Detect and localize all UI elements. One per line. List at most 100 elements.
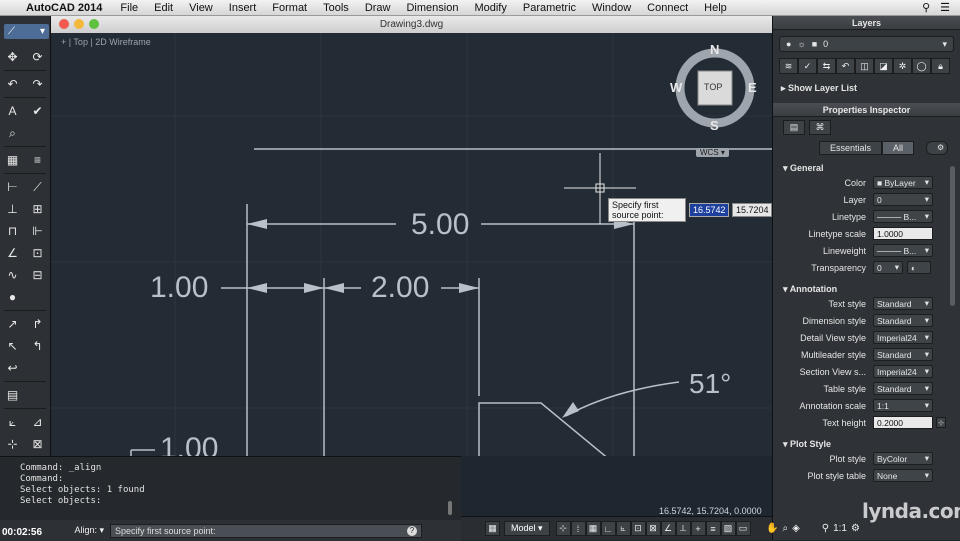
id-point-icon[interactable]: ⊹ — [4, 435, 22, 453]
tab-quick-select[interactable]: ⌘ — [809, 120, 831, 135]
menu-dimension[interactable]: Dimension — [398, 2, 466, 14]
grid-table-icon[interactable]: ▤ — [4, 386, 22, 404]
list-properties-icon[interactable]: ⊠ — [29, 435, 47, 453]
polar-tracking-icon[interactable]: ⦜ — [615, 521, 631, 536]
zoom-button[interactable] — [89, 19, 99, 29]
menu-edit[interactable]: Edit — [146, 2, 181, 14]
viewcube-north[interactable]: N — [710, 42, 719, 57]
model-tab[interactable]: Model ▾ — [504, 521, 550, 536]
layer-off-icon[interactable]: ◯ — [912, 58, 931, 74]
layer-unisolate-icon[interactable]: ◪ — [874, 58, 893, 74]
aligned-dimension-icon[interactable]: ⟋ — [29, 178, 47, 196]
filter-all[interactable]: All — [882, 141, 915, 155]
undo-icon[interactable]: ↶ — [4, 75, 22, 93]
snap-mode-icon[interactable]: ⁞ — [570, 521, 586, 536]
viewcube-east[interactable]: E — [748, 80, 757, 95]
dynamic-ucs-icon[interactable]: ⟂ — [675, 521, 691, 536]
redo-icon[interactable]: ↷ — [29, 75, 47, 93]
ucs-menu[interactable]: WCS ▾ — [696, 148, 729, 157]
command-input[interactable]: Specify first source point:? — [110, 523, 422, 538]
annotation-scale[interactable]: 1:1 — [833, 523, 847, 534]
leader-add-icon[interactable]: ↖ — [4, 337, 22, 355]
tab-object-properties[interactable]: ▤ — [783, 120, 805, 135]
move-icon[interactable]: ✥ — [4, 48, 22, 66]
radius-dimension-icon[interactable]: ⊓ — [4, 222, 22, 240]
linetype-select[interactable]: ──── B... ▾ — [873, 210, 933, 223]
lineweight-select[interactable]: ──── B... ▾ — [873, 244, 933, 257]
measure-icon[interactable]: ⟀ — [4, 413, 22, 431]
linear-dimension-icon[interactable]: ⊢ — [4, 178, 22, 196]
list-icon[interactable]: ☰ — [940, 1, 950, 14]
menu-help[interactable]: Help — [696, 2, 735, 14]
center-mark-icon[interactable]: ● — [4, 288, 22, 306]
spotlight-icon[interactable]: ⚲ — [922, 1, 930, 14]
grid-display-icon[interactable]: ▦ — [585, 521, 601, 536]
section-general[interactable]: ▾ General — [773, 163, 960, 174]
layout-grid-icon[interactable]: ▦ — [485, 521, 500, 536]
continue-dimension-icon[interactable]: ⊞ — [29, 200, 47, 218]
menu-format[interactable]: Format — [264, 2, 315, 14]
menu-view[interactable]: View — [181, 2, 221, 14]
linetype-scale-input[interactable]: 1.0000 — [873, 227, 933, 240]
layer-select[interactable]: 0 ▾ — [873, 193, 933, 206]
menu-draw[interactable]: Draw — [357, 2, 399, 14]
object-snap-icon[interactable]: ⊡ — [630, 521, 646, 536]
transparency-input[interactable]: 0 ▾ — [873, 261, 903, 274]
layer-properties-icon[interactable]: ≋ — [779, 58, 798, 74]
leader-align-icon[interactable]: ↩ — [4, 359, 22, 377]
ordinate-dimension-icon[interactable]: ∿ — [4, 266, 22, 284]
menu-insert[interactable]: Insert — [221, 2, 265, 14]
layer-isolate-icon[interactable]: ◫ — [855, 58, 874, 74]
app-menu[interactable]: AutoCAD 2014 — [24, 2, 112, 14]
area-icon[interactable]: ⊿ — [29, 413, 47, 431]
ortho-mode-icon[interactable]: ∟ — [600, 521, 616, 536]
menu-modify[interactable]: Modify — [466, 2, 514, 14]
tool-set-selector[interactable]: ⟋ ▾ — [4, 23, 49, 39]
show-layer-list[interactable]: ▸ Show Layer List — [781, 83, 952, 94]
infer-constraints-icon[interactable]: ⊹ — [555, 521, 571, 536]
workspace-icon[interactable]: ⚙ — [851, 523, 860, 534]
menu-parametric[interactable]: Parametric — [515, 2, 584, 14]
quick-properties-icon[interactable]: ▭ — [735, 521, 751, 536]
dimension-style-select[interactable]: Standard ▾ — [873, 314, 933, 327]
field-icon[interactable]: ≡ — [29, 151, 47, 169]
pick-point-icon[interactable]: ⊹ — [936, 417, 946, 428]
viewcube-west[interactable]: W — [670, 80, 682, 95]
layer-previous-icon[interactable]: ↶ — [836, 58, 855, 74]
section-plot-style[interactable]: ▾ Plot Style — [773, 439, 960, 450]
multileader-icon[interactable]: ↱ — [29, 315, 47, 333]
menu-window[interactable]: Window — [584, 2, 639, 14]
drawing-window[interactable]: Drawing3.dwg + | Top | 2D Wireframe N S … — [51, 16, 772, 456]
layer-make-current-icon[interactable]: ✓ — [798, 58, 817, 74]
object-snap-tracking-icon[interactable]: ∠ — [660, 521, 676, 536]
plot-style-table-select[interactable]: None ▾ — [873, 469, 933, 482]
dimension-space-icon[interactable]: ⊟ — [29, 266, 47, 284]
section-view-style-select[interactable]: Imperial24 ▾ — [873, 365, 933, 378]
lineweight-icon[interactable]: ≡ — [705, 521, 721, 536]
orbit-icon[interactable]: ◈ — [792, 523, 800, 534]
zoom-icon[interactable]: ⌕ — [782, 523, 788, 534]
command-scrollbar[interactable] — [448, 501, 452, 515]
leader-icon[interactable]: ↗ — [4, 315, 22, 333]
layer-selector[interactable]: ● ☼ ■ 0 ▾ — [779, 36, 954, 52]
text-style-select[interactable]: Standard ▾ — [873, 297, 933, 310]
viewcube-top-face[interactable]: TOP — [704, 82, 722, 92]
dynamic-input-icon[interactable]: + — [690, 521, 706, 536]
quick-dimension-icon[interactable]: ⊩ — [29, 222, 47, 240]
inspector-scrollbar[interactable] — [950, 166, 955, 306]
pan-icon[interactable]: ✋ — [766, 523, 778, 534]
close-button[interactable] — [59, 19, 69, 29]
section-annotation[interactable]: ▾ Annotation — [773, 284, 960, 295]
plot-style-select[interactable]: ByColor ▾ — [873, 452, 933, 465]
layer-match-icon[interactable]: ⇆ — [817, 58, 836, 74]
transparency-menu[interactable]: ◐ — [907, 261, 931, 274]
annotation-visibility-icon[interactable]: ⚲ — [822, 523, 829, 534]
menu-file[interactable]: File — [112, 2, 146, 14]
text-height-input[interactable]: 0.2000 — [873, 416, 933, 429]
color-select[interactable]: ■ ByLayer ▾ — [873, 176, 933, 189]
table-icon[interactable]: ▦ — [4, 151, 22, 169]
annotation-scale-select[interactable]: 1:1 ▾ — [873, 399, 933, 412]
dynamic-input-x[interactable]: 16.5742 — [689, 203, 729, 217]
detail-view-style-select[interactable]: Imperial24 ▾ — [873, 331, 933, 344]
minimize-button[interactable] — [74, 19, 84, 29]
